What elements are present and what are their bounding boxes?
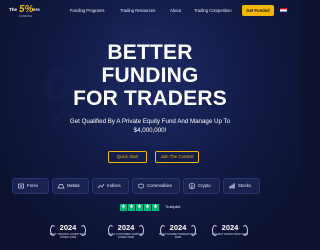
logo-text-ers: ers — [33, 7, 40, 12]
award-text: BEST FUNDED TRADER PROP FIRM — [159, 233, 197, 240]
award-text: BEST CUSTOMER SUPPORT FOREX FIRM — [108, 233, 144, 240]
category-label: Crypto — [198, 183, 211, 188]
award-year: 2024 — [117, 223, 135, 232]
category-label: Stocks — [238, 183, 251, 188]
nav-link-trading-competition[interactable]: Trading Competition — [194, 8, 232, 13]
trustpilot-label: Trustpilot — [165, 205, 181, 209]
crypto-icon: ₿ — [188, 182, 196, 190]
uk-flag-icon[interactable] — [280, 8, 287, 13]
award-year: 2024 — [59, 223, 77, 232]
category-indices[interactable]: Indices — [92, 178, 129, 194]
nav-link-trading-resources[interactable]: Trading Resources — [120, 8, 155, 13]
hero-title-line-1: BETTER — [107, 41, 193, 64]
category-label: Forex — [27, 183, 38, 188]
category-commodities[interactable]: Commodities — [132, 178, 180, 194]
commodities-icon — [137, 183, 145, 189]
logo-text-five: 5% — [19, 4, 34, 15]
category-crypto[interactable]: ₿ Crypto — [183, 178, 220, 194]
hero-title-line-3: FOR TRADERS — [73, 87, 227, 110]
nav-link-funding-programs[interactable]: Funding Programs — [70, 8, 104, 13]
logo-text-the: The — [9, 7, 18, 12]
award-badge: 2024 BEST FUNDED TRADER PROP FIRM — [158, 223, 198, 250]
award-badge: 2024 BEST CUSTOMER SUPPORT FOREX FIRM — [106, 223, 146, 250]
metals-icon — [57, 184, 65, 189]
award-year: 2024 — [221, 223, 239, 232]
indices-icon — [97, 183, 105, 189]
logo-subtitle: FUNDING — [19, 15, 33, 18]
star-icon: ★ — [136, 204, 143, 211]
top-navigation: The 5% ers FUNDING Funding Programs Trad… — [0, 0, 300, 22]
award-badge: 2024 HIGHEST RATED PROP FIRM — [210, 223, 250, 250]
category-forex[interactable]: Forex — [12, 178, 49, 194]
join-contest-button[interactable]: Join The Contest — [155, 151, 199, 163]
nav-link-about[interactable]: About — [170, 8, 181, 13]
award-year: 2024 — [169, 223, 187, 232]
award-text: BEST TRADING CONDITIONS FOREX FIRM — [49, 233, 87, 240]
category-metals[interactable]: Metals — [52, 178, 89, 194]
star-icon: ★ — [144, 204, 151, 211]
star-icon: ★ — [152, 204, 159, 211]
category-label: Indices — [107, 183, 121, 188]
hero-title-line-2: FUNDING — [101, 64, 199, 87]
category-label: Metals — [67, 183, 80, 188]
forex-icon — [18, 183, 24, 189]
award-text: HIGHEST RATED PROP FIRM — [212, 233, 248, 236]
star-icon: ★ — [128, 204, 135, 211]
category-label: Commodities — [147, 183, 173, 188]
get-funded-button[interactable]: Get Funded — [242, 5, 274, 16]
quick-start-button[interactable]: Quick Start — [108, 151, 147, 163]
svg-text:₿: ₿ — [191, 184, 194, 189]
award-badge: 2024 BEST TRADING CONDITIONS FOREX FIRM — [48, 223, 88, 250]
stocks-icon — [229, 183, 235, 189]
category-stocks[interactable]: Stocks — [223, 178, 260, 194]
star-icon: ★ — [120, 204, 127, 211]
brand-logo[interactable]: The 5% ers FUNDING — [9, 4, 49, 19]
hero-subtitle: Get Qualified By A Private Equity Fund A… — [69, 118, 231, 134]
